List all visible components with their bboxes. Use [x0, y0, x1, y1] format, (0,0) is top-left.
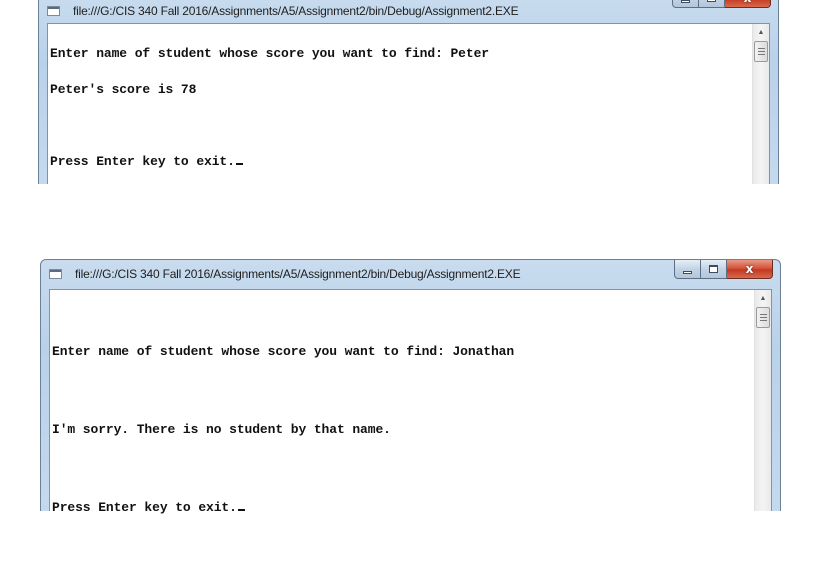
- console-app-icon[interactable]: [47, 6, 60, 16]
- console-area[interactable]: Enter name of student whose score you wa…: [47, 23, 770, 184]
- text-cursor: [237, 509, 245, 511]
- minimize-button[interactable]: [674, 260, 701, 279]
- grip-icon: [757, 48, 765, 55]
- console-line: ​: [50, 119, 751, 132]
- maximize-button[interactable]: [699, 0, 725, 8]
- maximize-icon: [707, 0, 716, 2]
- console-output: Enter name of student whose score you wa…: [52, 287, 753, 515]
- console-line-with-cursor: Press Enter key to exit.: [52, 495, 753, 521]
- close-icon: x: [745, 262, 754, 276]
- console-app-icon[interactable]: [49, 269, 62, 279]
- console-window-1: file:///G:/CIS 340 Fall 2016/Assignments…: [38, 0, 779, 184]
- scroll-thumb[interactable]: [754, 41, 768, 62]
- vertical-scrollbar[interactable]: ▲: [754, 290, 771, 511]
- text-cursor: [235, 163, 243, 165]
- title-bar[interactable]: file:///G:/CIS 340 Fall 2016/Assignments…: [39, 1, 778, 23]
- minimize-icon: [681, 0, 690, 3]
- window-title: file:///G:/CIS 340 Fall 2016/Assignments…: [75, 267, 521, 281]
- minimize-button[interactable]: [672, 0, 699, 8]
- close-button[interactable]: x: [725, 0, 771, 8]
- close-button[interactable]: x: [727, 260, 773, 279]
- minimize-icon: [683, 270, 692, 274]
- caption-buttons: x: [674, 260, 773, 279]
- vertical-scrollbar[interactable]: ▲: [752, 24, 769, 184]
- console-area[interactable]: Enter name of student whose score you wa…: [49, 287, 772, 515]
- console-line: Enter name of student whose score you wa…: [52, 344, 515, 359]
- title-bar[interactable]: file:///G:/CIS 340 Fall 2016/Assignments…: [41, 260, 780, 289]
- maximize-button[interactable]: [701, 260, 727, 279]
- console-window-2: file:///G:/CIS 340 Fall 2016/Assignments…: [40, 259, 781, 515]
- console-line: Enter name of student whose score you wa…: [50, 46, 489, 61]
- scroll-up-arrow-icon[interactable]: ▲: [755, 290, 771, 306]
- close-icon: x: [744, 0, 752, 4]
- console-output: Enter name of student whose score you wa…: [50, 24, 751, 184]
- caption-buttons: x: [672, 0, 771, 8]
- window-title: file:///G:/CIS 340 Fall 2016/Assignments…: [73, 4, 519, 18]
- console-line: Press Enter key to exit.: [52, 500, 237, 515]
- scroll-up-arrow-icon[interactable]: ▲: [753, 24, 769, 40]
- grip-icon: [759, 314, 767, 321]
- maximize-icon: [709, 265, 718, 273]
- console-line: Press Enter key to exit.: [50, 154, 235, 169]
- scroll-thumb[interactable]: [756, 307, 770, 328]
- console-line-with-cursor: Press Enter key to exit.: [50, 154, 751, 169]
- console-line: Peter's score is 78: [50, 82, 197, 97]
- console-line: I'm sorry. There is no student by that n…: [52, 422, 391, 437]
